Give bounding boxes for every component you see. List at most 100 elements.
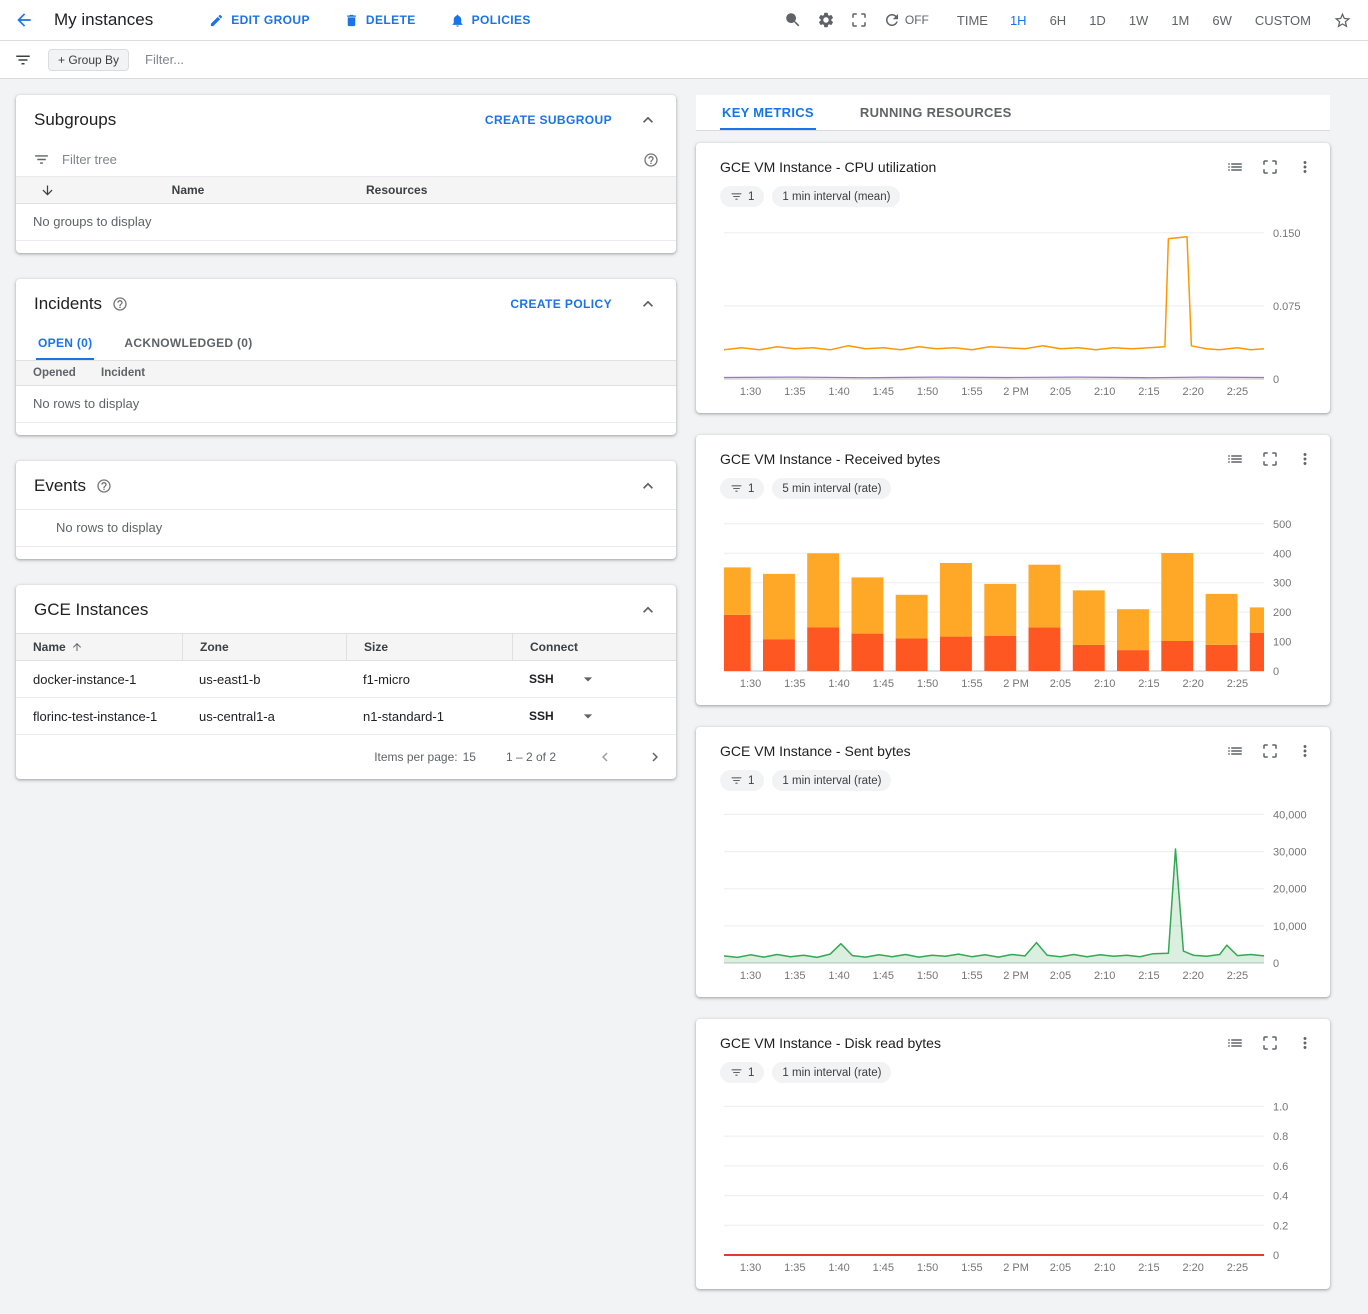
ssh-dropdown-icon[interactable] — [578, 669, 598, 689]
tab-acknowledged[interactable]: ACKNOWLEDGED (0) — [122, 327, 254, 360]
metrics-tabs: KEY METRICS RUNNING RESOURCES — [696, 95, 1330, 131]
svg-text:2 PM: 2 PM — [1003, 386, 1029, 398]
column-header-connect[interactable]: Connect — [512, 634, 676, 660]
interval-chip[interactable]: 1 min interval (rate) — [772, 770, 891, 791]
expand-chart-icon[interactable] — [1261, 742, 1279, 760]
favorite-star-icon[interactable] — [1333, 11, 1352, 30]
expand-chart-icon[interactable] — [1261, 450, 1279, 468]
ssh-dropdown-icon[interactable] — [578, 706, 598, 726]
subgroups-collapse-icon[interactable] — [638, 110, 658, 130]
back-arrow-icon[interactable] — [14, 10, 34, 30]
subgroups-help-icon[interactable] — [643, 152, 659, 168]
more-options-icon[interactable] — [1296, 742, 1314, 760]
policies-button[interactable]: POLICIES — [450, 13, 531, 28]
svg-text:2 PM: 2 PM — [1003, 1262, 1029, 1274]
gce-collapse-icon[interactable] — [638, 600, 658, 620]
delete-icon — [344, 13, 359, 28]
interval-chip[interactable]: 1 min interval (mean) — [772, 186, 900, 207]
instance-size: f1-micro — [346, 672, 512, 687]
legend-list-icon[interactable] — [1226, 158, 1244, 176]
svg-text:1:30: 1:30 — [740, 678, 761, 690]
instance-name[interactable]: docker-instance-1 — [16, 672, 182, 687]
settings-button[interactable] — [817, 11, 835, 29]
incidents-tabs: OPEN (0) ACKNOWLEDGED (0) — [16, 327, 676, 361]
svg-text:2:20: 2:20 — [1182, 386, 1203, 398]
sort-descending-icon[interactable] — [40, 183, 55, 198]
create-subgroup-button[interactable]: CREATE SUBGROUP — [485, 113, 612, 127]
events-help-icon[interactable] — [96, 478, 112, 494]
column-header-zone[interactable]: Zone — [182, 634, 346, 660]
main-content: Subgroups CREATE SUBGROUP Filter tree Na… — [0, 79, 1368, 1311]
svg-text:1:55: 1:55 — [961, 386, 982, 398]
more-options-icon[interactable] — [1296, 450, 1314, 468]
search-button[interactable] — [784, 11, 802, 29]
tab-open[interactable]: OPEN (0) — [36, 327, 94, 360]
incidents-collapse-icon[interactable] — [638, 294, 658, 314]
gce-table-header: Name Zone Size Connect — [16, 633, 676, 661]
charts-list: GCE VM Instance - CPU utilization 1 1 mi… — [696, 143, 1330, 1289]
group-by-chip[interactable]: + Group By — [48, 49, 129, 71]
instance-name[interactable]: florinc-test-instance-1 — [16, 709, 182, 724]
column-header-size[interactable]: Size — [346, 634, 512, 660]
items-per-page-label: Items per page: — [374, 750, 457, 764]
events-collapse-icon[interactable] — [638, 476, 658, 496]
svg-text:0.4: 0.4 — [1273, 1191, 1288, 1203]
filter-count-chip[interactable]: 1 — [720, 770, 764, 791]
next-page-icon[interactable] — [646, 748, 664, 766]
column-header-name[interactable]: Name — [16, 634, 182, 660]
fullscreen-button[interactable] — [850, 11, 868, 29]
tab-key-metrics[interactable]: KEY METRICS — [720, 95, 816, 130]
tab-running-resources[interactable]: RUNNING RESOURCES — [858, 95, 1014, 130]
create-policy-button[interactable]: CREATE POLICY — [510, 297, 612, 311]
time-range-1w[interactable]: 1W — [1129, 13, 1149, 28]
filter-tree-input[interactable]: Filter tree — [62, 152, 643, 167]
interval-chip[interactable]: 1 min interval (rate) — [772, 1062, 891, 1083]
more-options-icon[interactable] — [1296, 158, 1314, 176]
svg-text:0: 0 — [1273, 666, 1279, 678]
filter-count-chip[interactable]: 1 — [720, 1062, 764, 1083]
auto-refresh-button[interactable]: OFF — [883, 11, 929, 29]
time-range-custom[interactable]: CUSTOM — [1255, 13, 1311, 28]
ssh-button[interactable]: SSH — [529, 709, 554, 723]
previous-page-icon[interactable] — [596, 748, 614, 766]
ssh-button[interactable]: SSH — [529, 672, 554, 686]
svg-text:0: 0 — [1273, 374, 1279, 386]
svg-text:2:25: 2:25 — [1227, 970, 1248, 982]
svg-text:1:35: 1:35 — [784, 1262, 805, 1274]
legend-list-icon[interactable] — [1226, 450, 1244, 468]
filter-bar: + Group By Filter... — [0, 41, 1368, 79]
incidents-help-icon[interactable] — [112, 296, 128, 312]
filter-icon[interactable] — [14, 51, 32, 69]
edit-group-button[interactable]: EDIT GROUP — [209, 13, 310, 28]
svg-text:2:25: 2:25 — [1227, 386, 1248, 398]
expand-chart-icon[interactable] — [1261, 158, 1279, 176]
column-header-resources[interactable]: Resources — [316, 183, 676, 197]
instance-size: n1-standard-1 — [346, 709, 512, 724]
time-range-1m[interactable]: 1M — [1171, 13, 1189, 28]
filter-count-chip[interactable]: 1 — [720, 478, 764, 499]
svg-text:1:45: 1:45 — [873, 386, 894, 398]
svg-text:0.150: 0.150 — [1273, 228, 1301, 240]
column-header-name[interactable]: Name — [60, 183, 316, 197]
legend-list-icon[interactable] — [1226, 1034, 1244, 1052]
expand-chart-icon[interactable] — [1261, 1034, 1279, 1052]
filter-input[interactable]: Filter... — [145, 52, 184, 67]
filter-count-chip[interactable]: 1 — [720, 186, 764, 207]
more-options-icon[interactable] — [1296, 1034, 1314, 1052]
instance-connect: SSH — [512, 706, 676, 726]
time-range-1d[interactable]: 1D — [1089, 13, 1106, 28]
svg-text:0.075: 0.075 — [1273, 301, 1301, 313]
svg-text:1:55: 1:55 — [961, 678, 982, 690]
time-range-6h[interactable]: 6H — [1050, 13, 1067, 28]
legend-list-icon[interactable] — [1226, 742, 1244, 760]
events-card: Events No rows to display — [16, 461, 676, 559]
items-per-page-value[interactable]: 15 — [463, 750, 476, 764]
interval-chip[interactable]: 5 min interval (rate) — [772, 478, 891, 499]
delete-button[interactable]: DELETE — [344, 13, 416, 28]
gce-instances-card: GCE Instances Name Zone Size Connect doc… — [16, 585, 676, 779]
sort-ascending-icon — [71, 641, 83, 653]
time-range-6w[interactable]: 6W — [1212, 13, 1232, 28]
time-range-1h[interactable]: 1H — [1010, 13, 1027, 28]
column-header-incident: Incident — [101, 367, 145, 379]
subgroups-title: Subgroups — [34, 110, 116, 130]
